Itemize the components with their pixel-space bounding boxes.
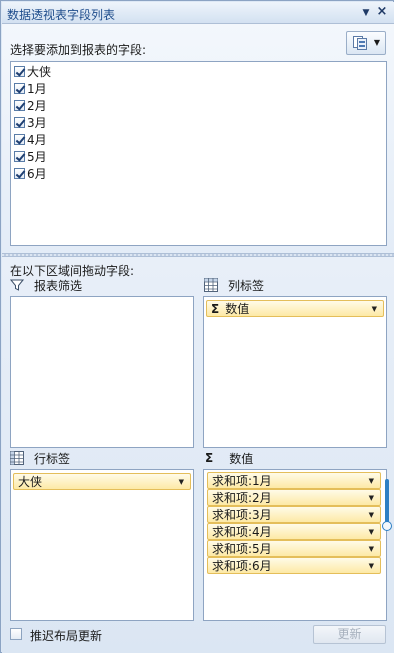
field-label: 大侠 xyxy=(27,64,52,79)
column-labels-area[interactable]: Σ 数值 ▼ xyxy=(203,296,387,448)
value-field-label: 求和项:2月 xyxy=(212,491,272,505)
filter-icon xyxy=(10,279,24,291)
sigma-icon: Σ xyxy=(211,301,220,316)
grid-icon xyxy=(204,278,218,292)
field-label: 6月 xyxy=(27,166,47,181)
column-labels-header: 列标签 xyxy=(204,277,264,293)
value-field-label: 求和项:4月 xyxy=(212,525,272,539)
dropdown-arrow-icon[interactable]: ▼ xyxy=(369,494,374,502)
field-label: 3月 xyxy=(27,115,47,130)
values-header: Σ 数值 xyxy=(205,450,253,466)
value-field[interactable]: 求和项:5月 ▼ xyxy=(207,540,381,557)
field-checkbox[interactable] xyxy=(14,167,25,179)
scrollbar-track[interactable] xyxy=(385,479,389,527)
column-field-label: 数值 xyxy=(225,302,250,316)
defer-layout-label: 推迟布局更新 xyxy=(30,629,103,643)
row-labels-header: 行标签 xyxy=(10,450,70,466)
values-scrollbar[interactable] xyxy=(382,479,392,535)
field-checkbox[interactable] xyxy=(14,82,25,94)
field-chooser-label: 选择要添加到报表的字段: xyxy=(10,43,147,57)
row-field-label: 大侠 xyxy=(18,475,43,489)
field-item[interactable]: 6月 xyxy=(14,165,47,181)
dropdown-arrow-icon[interactable]: ▼ xyxy=(372,305,377,313)
row-labels-area[interactable]: 大侠 ▼ xyxy=(10,469,194,621)
row-labels-label: 行标签 xyxy=(34,451,71,466)
dropdown-arrow-icon[interactable]: ▼ xyxy=(369,528,374,536)
panel-titlebar: 数据透视表字段列表 ▼ × xyxy=(2,2,394,24)
value-field-label: 求和项:3月 xyxy=(212,508,272,522)
column-field-values[interactable]: Σ 数值 ▼ xyxy=(206,300,384,317)
field-checkbox[interactable] xyxy=(14,116,25,128)
panel-title: 数据透视表字段列表 xyxy=(7,8,116,22)
values-area[interactable]: 求和项:1月 ▼ 求和项:2月 ▼ 求和项:3月 ▼ 求和项:4月 ▼ 求和项:… xyxy=(203,469,387,621)
close-icon[interactable]: × xyxy=(375,5,389,19)
value-field[interactable]: 求和项:2月 ▼ xyxy=(207,489,381,506)
field-item[interactable]: 4月 xyxy=(14,131,47,147)
field-label: 5月 xyxy=(27,149,47,164)
sigma-icon: Σ xyxy=(205,451,214,465)
field-checkbox[interactable] xyxy=(14,99,25,111)
value-field[interactable]: 求和项:6月 ▼ xyxy=(207,557,381,574)
dropdown-arrow-icon[interactable]: ▼ xyxy=(369,477,374,485)
field-layout-icon xyxy=(353,36,367,50)
field-item[interactable]: 3月 xyxy=(14,114,47,130)
chevron-down-icon: ▼ xyxy=(373,38,380,47)
value-field[interactable]: 求和项:1月 ▼ xyxy=(207,472,381,489)
field-item[interactable]: 1月 xyxy=(14,80,47,96)
value-field[interactable]: 求和项:3月 ▼ xyxy=(207,506,381,523)
dropdown-arrow-icon[interactable]: ▼ xyxy=(369,545,374,553)
field-checkbox[interactable] xyxy=(14,65,25,77)
report-filter-area[interactable] xyxy=(10,296,194,448)
field-label: 1月 xyxy=(27,81,47,96)
dropdown-arrow-icon[interactable]: ▼ xyxy=(179,478,184,486)
field-label: 2月 xyxy=(27,98,47,113)
defer-layout-checkbox[interactable] xyxy=(10,628,22,640)
values-label: 数值 xyxy=(229,451,254,466)
pivot-field-list-panel: 数据透视表字段列表 ▼ × 选择要添加到报表的字段: ▼ 大侠 1月 2月 3月… xyxy=(0,0,394,653)
triangle-down-icon[interactable]: ▼ xyxy=(360,7,372,19)
dropdown-arrow-icon[interactable]: ▼ xyxy=(369,562,374,570)
field-item[interactable]: 5月 xyxy=(14,148,47,164)
dropdown-arrow-icon[interactable]: ▼ xyxy=(369,511,374,519)
row-field[interactable]: 大侠 ▼ xyxy=(13,473,191,490)
field-layout-button[interactable]: ▼ xyxy=(346,31,386,55)
field-checkbox[interactable] xyxy=(14,150,25,162)
field-label: 4月 xyxy=(27,132,47,147)
field-item[interactable]: 2月 xyxy=(14,97,47,113)
grid-icon xyxy=(10,451,24,465)
scrollbar-thumb[interactable] xyxy=(382,521,392,531)
field-item[interactable]: 大侠 xyxy=(14,63,51,79)
value-field-label: 求和项:5月 xyxy=(212,542,272,556)
field-checkbox[interactable] xyxy=(14,133,25,145)
value-field-label: 求和项:1月 xyxy=(212,474,272,488)
update-button[interactable]: 更新 xyxy=(313,625,386,644)
report-filter-label: 报表筛选 xyxy=(34,278,83,293)
value-field[interactable]: 求和项:4月 ▼ xyxy=(207,523,381,540)
report-filter-header: 报表筛选 xyxy=(10,277,82,293)
column-labels-label: 列标签 xyxy=(228,278,265,293)
value-field-label: 求和项:6月 xyxy=(212,559,272,573)
field-list: 大侠 1月 2月 3月 4月 5月 6月 xyxy=(10,61,387,246)
